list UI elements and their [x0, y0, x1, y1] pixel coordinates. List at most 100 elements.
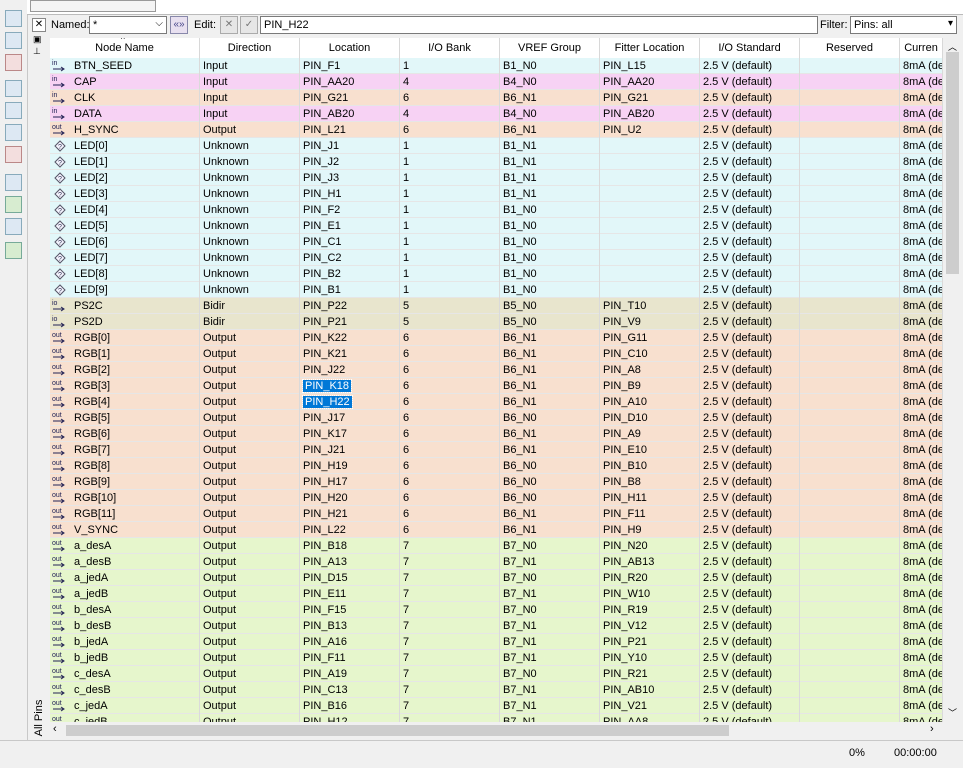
col-location-header[interactable]: Location [300, 38, 400, 58]
probe-icon[interactable] [5, 124, 22, 141]
cell-current[interactable]: 8mA (de [900, 634, 943, 650]
cell-location[interactable]: PIN_P22 [300, 298, 400, 314]
cell-io-standard[interactable]: 2.5 V (default) [700, 474, 800, 490]
cell-location[interactable]: PIN_B18 [300, 538, 400, 554]
table-row[interactable]: out RGB[1] Output PIN_K21 6 B6_N1 PIN_C10 2.5 V… [50, 346, 943, 362]
cell-io-standard[interactable]: 2.5 V (default) [700, 330, 800, 346]
cell-current[interactable]: 8mA (de [900, 586, 943, 602]
cell-location[interactable]: PIN_L21 [300, 122, 400, 138]
edit-field[interactable]: PIN_H22 [260, 16, 818, 34]
cell-location[interactable]: PIN_L22 [300, 522, 400, 538]
assignment-icon[interactable] [5, 54, 22, 71]
cell-current[interactable]: 8mA (de [900, 234, 943, 250]
cell-reserved[interactable] [800, 234, 900, 250]
table-row[interactable]: io PS2D Bidir PIN_P21 5 B5_N0 PIN_V9 2.5 V (def… [50, 314, 943, 330]
cell-reserved[interactable] [800, 394, 900, 410]
cell-reserved[interactable] [800, 282, 900, 298]
table-row[interactable]: ? LED[6] Unknown PIN_C1 1 B1_N0 2.5 V (default… [50, 234, 943, 250]
cell-current[interactable]: 8mA (de [900, 218, 943, 234]
filter-combo[interactable]: Pins: all ▾ [850, 16, 957, 34]
cell-location[interactable]: PIN_A13 [300, 554, 400, 570]
cell-current[interactable]: 8mA (de [900, 650, 943, 666]
cell-io-standard[interactable]: 2.5 V (default) [700, 266, 800, 282]
side-tab-all-pins[interactable]: All Pins [31, 700, 47, 738]
cell-io-standard[interactable]: 2.5 V (default) [700, 234, 800, 250]
col-current-header[interactable]: Curren [900, 38, 943, 58]
cell-io-standard[interactable]: 2.5 V (default) [700, 426, 800, 442]
table-row[interactable]: out RGB[6] Output PIN_K17 6 B6_N1 PIN_A9 2.5 V … [50, 426, 943, 442]
cell-reserved[interactable] [800, 490, 900, 506]
cell-reserved[interactable] [800, 170, 900, 186]
table-row[interactable]: out RGB[0] Output PIN_K22 6 B6_N1 PIN_G11 2.5 V… [50, 330, 943, 346]
cell-location[interactable]: PIN_J21 [300, 442, 400, 458]
cell-io-standard[interactable]: 2.5 V (default) [700, 154, 800, 170]
tab-scroll-control[interactable] [30, 0, 156, 12]
cell-io-standard[interactable]: 2.5 V (default) [700, 666, 800, 682]
table-row[interactable]: out b_desA Output PIN_F15 7 B7_N0 PIN_R19 2.5 V… [50, 602, 943, 618]
io-bank-icon[interactable] [5, 102, 22, 119]
table-row[interactable]: ? LED[0] Unknown PIN_J1 1 B1_N1 2.5 V (default… [50, 138, 943, 154]
cell-current[interactable]: 8mA (de [900, 298, 943, 314]
cell-location[interactable]: PIN_F15 [300, 602, 400, 618]
cell-reserved[interactable] [800, 522, 900, 538]
cell-io-standard[interactable]: 2.5 V (default) [700, 634, 800, 650]
table-row[interactable]: out RGB[11] Output PIN_H21 6 B6_N1 PIN_F11 2.5 … [50, 506, 943, 522]
close-icon[interactable]: ✕ [32, 18, 46, 32]
cell-io-standard[interactable]: 2.5 V (default) [700, 650, 800, 666]
cell-reserved[interactable] [800, 698, 900, 714]
cell-location[interactable]: PIN_H1 [300, 186, 400, 202]
table-row[interactable]: ? LED[1] Unknown PIN_J2 1 B1_N1 2.5 V (default… [50, 154, 943, 170]
cell-io-standard[interactable]: 2.5 V (default) [700, 90, 800, 106]
cell-current[interactable]: 8mA (de [900, 682, 943, 698]
table-row[interactable]: out RGB[4] Output PIN_H22 6 B6_N1 PIN_A10 2.5 V… [50, 394, 943, 410]
table-row[interactable]: out b_jedA Output PIN_A16 7 B7_N1 PIN_P21 2.5 V… [50, 634, 943, 650]
table-row[interactable]: out H_SYNC Output PIN_L21 6 B6_N1 PIN_U2 2.5 V … [50, 122, 943, 138]
vertical-scroll-thumb[interactable] [946, 52, 959, 274]
cell-current[interactable]: 8mA (de [900, 138, 943, 154]
cell-location[interactable]: PIN_E1 [300, 218, 400, 234]
table-row[interactable]: ? LED[2] Unknown PIN_J3 1 B1_N1 2.5 V (default… [50, 170, 943, 186]
cell-location[interactable]: PIN_A19 [300, 666, 400, 682]
cell-reserved[interactable] [800, 410, 900, 426]
cell-current[interactable]: 8mA (de [900, 666, 943, 682]
cell-io-standard[interactable]: 2.5 V (default) [700, 58, 800, 74]
col-io-bank-header[interactable]: I/O Bank [400, 38, 500, 58]
cell-reserved[interactable] [800, 618, 900, 634]
cell-reserved[interactable] [800, 442, 900, 458]
cell-io-standard[interactable]: 2.5 V (default) [700, 570, 800, 586]
cell-reserved[interactable] [800, 58, 900, 74]
table-row[interactable]: out RGB[10] Output PIN_H20 6 B6_N0 PIN_H11 2.5 … [50, 490, 943, 506]
cell-reserved[interactable] [800, 362, 900, 378]
cell-current[interactable]: 8mA (de [900, 282, 943, 298]
col-direction-header[interactable]: Direction [200, 38, 300, 58]
cell-reserved[interactable] [800, 538, 900, 554]
cell-reserved[interactable] [800, 714, 900, 722]
cell-current[interactable]: 8mA (de [900, 330, 943, 346]
pin-icon[interactable]: ⊥ [33, 46, 41, 57]
cell-location[interactable]: PIN_H12 [300, 714, 400, 722]
cell-reserved[interactable] [800, 250, 900, 266]
cell-location[interactable]: PIN_F2 [300, 202, 400, 218]
cell-current[interactable]: 8mA (de [900, 186, 943, 202]
cell-io-standard[interactable]: 2.5 V (default) [700, 586, 800, 602]
refresh-icon[interactable] [5, 174, 22, 191]
table-row[interactable]: out a_desA Output PIN_B18 7 B7_N0 PIN_N20 2.5 V… [50, 538, 943, 554]
cell-location[interactable]: PIN_K18 [300, 378, 400, 394]
cell-location[interactable]: PIN_H19 [300, 458, 400, 474]
float-icon[interactable]: ▣ [33, 34, 42, 45]
cell-current[interactable]: 8mA (de [900, 442, 943, 458]
col-fitter-location-header[interactable]: Fitter Location [600, 38, 700, 58]
table-row[interactable]: out V_SYNC Output PIN_L22 6 B6_N1 PIN_H9 2.5 V … [50, 522, 943, 538]
table-row[interactable]: in CLK Input PIN_G21 6 B6_N1 PIN_G21 2.5 V (def… [50, 90, 943, 106]
table-row[interactable]: out c_jedB Output PIN_H12 7 B7_N1 PIN_AA8 2.5 V… [50, 714, 943, 722]
cell-current[interactable]: 8mA (de [900, 426, 943, 442]
table-row[interactable]: out a_jedA Output PIN_D15 7 B7_N0 PIN_R20 2.5 V… [50, 570, 943, 586]
cell-reserved[interactable] [800, 266, 900, 282]
cell-reserved[interactable] [800, 650, 900, 666]
cell-current[interactable]: 8mA (de [900, 698, 943, 714]
cell-current[interactable]: 8mA (de [900, 106, 943, 122]
cell-io-standard[interactable]: 2.5 V (default) [700, 106, 800, 122]
cell-io-standard[interactable]: 2.5 V (default) [700, 506, 800, 522]
cell-reserved[interactable] [800, 314, 900, 330]
cell-location[interactable]: PIN_C13 [300, 682, 400, 698]
